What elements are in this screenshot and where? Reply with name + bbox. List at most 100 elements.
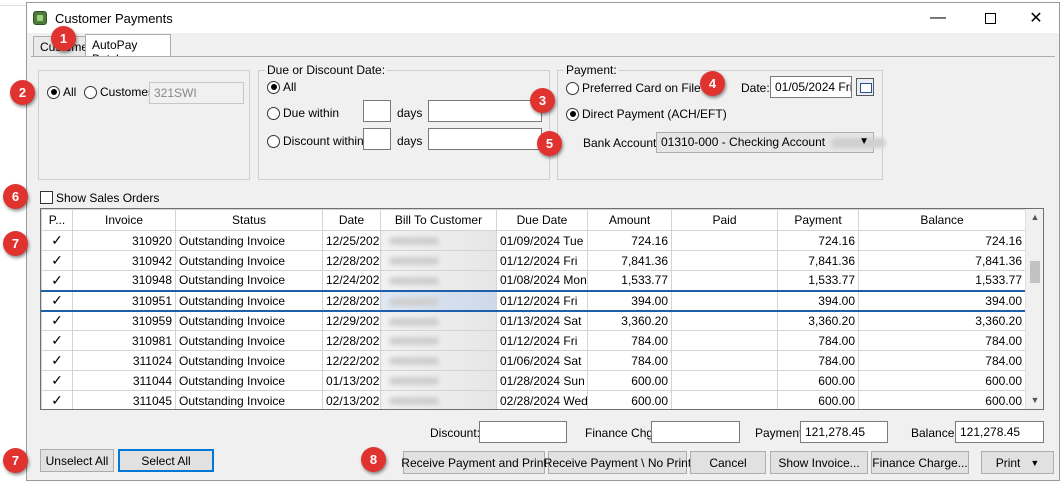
- table-row[interactable]: ✓ 311045 Outstanding Invoice 02/13/202 02/28…: [41, 390, 1026, 409]
- title-bar: Customer Payments — ✕: [27, 3, 1059, 33]
- column-header[interactable]: Due Date: [496, 209, 588, 231]
- payment-date-input[interactable]: 01/05/2024 Fri: [770, 76, 852, 98]
- receive-payment-print-button[interactable]: Receive Payment and Print: [401, 451, 547, 474]
- table-row[interactable]: ✓ 310951 Outstanding Invoice 12/28/202 01/12…: [41, 289, 1026, 312]
- radio-selected-icon: [267, 80, 280, 94]
- finance-charge-button[interactable]: Finance Charge...: [871, 451, 969, 474]
- receive-payment-no-print-button[interactable]: Receive Payment \ No Print: [544, 451, 691, 474]
- cell-balance: 600.00: [858, 390, 1026, 409]
- cell-date: 12/28/202: [322, 330, 381, 351]
- all-customers-radio[interactable]: All: [47, 85, 76, 99]
- column-header[interactable]: Amount: [587, 209, 672, 231]
- select-all-button[interactable]: Select All: [118, 449, 214, 472]
- table-row[interactable]: ✓ 310948 Outstanding Invoice 12/24/202 01/08…: [41, 270, 1026, 291]
- cell-invoice: 311044: [72, 370, 176, 391]
- maximize-button[interactable]: [967, 3, 1013, 33]
- all-customers-label: All: [63, 85, 77, 99]
- customer-id-field[interactable]: 321SWI: [149, 82, 244, 104]
- cell-payment: 784.00: [777, 350, 859, 371]
- column-header[interactable]: P...: [41, 209, 73, 231]
- cell-bill-to-redacted: [380, 250, 497, 271]
- bank-account-label: Bank Account:: [583, 136, 660, 150]
- table-row[interactable]: ✓ 311044 Outstanding Invoice 01/13/202 01/28…: [41, 370, 1026, 391]
- cell-payment: 394.00: [777, 289, 859, 312]
- row-check-icon[interactable]: ✓: [41, 250, 73, 271]
- discount-field[interactable]: [479, 421, 567, 443]
- row-check-icon[interactable]: ✓: [41, 230, 73, 251]
- close-icon: ✕: [1029, 10, 1043, 27]
- scroll-down-icon[interactable]: ▼: [1026, 392, 1043, 409]
- cell-status: Outstanding Invoice: [175, 270, 323, 291]
- row-check-icon[interactable]: ✓: [41, 350, 73, 371]
- due-within-label: Due within: [283, 106, 340, 120]
- discount-within-days-input[interactable]: [363, 128, 391, 150]
- cell-amount: 394.00: [587, 289, 672, 312]
- row-check-icon[interactable]: ✓: [41, 310, 73, 331]
- cell-due: 01/06/2024 Sat: [496, 350, 588, 371]
- column-header[interactable]: Date: [322, 209, 381, 231]
- column-header[interactable]: Status: [175, 209, 323, 231]
- table-row[interactable]: ✓ 310959 Outstanding Invoice 12/29/202 01/13…: [41, 310, 1026, 331]
- tab-autopay-batch[interactable]: AutoPay Batch: [85, 34, 171, 66]
- unselect-all-button[interactable]: Unselect All: [40, 449, 114, 472]
- column-header[interactable]: Payment: [777, 209, 859, 231]
- cell-status: Outstanding Invoice: [175, 330, 323, 351]
- invoice-grid[interactable]: P... Invoice Status Date Bill To Custome…: [40, 208, 1044, 410]
- row-check-icon[interactable]: ✓: [41, 270, 73, 291]
- cell-date: 12/25/202: [322, 230, 381, 251]
- grid-vertical-scrollbar[interactable]: ▲ ▼: [1025, 209, 1043, 409]
- table-row[interactable]: ✓ 310942 Outstanding Invoice 12/28/202 01/12…: [41, 250, 1026, 271]
- row-check-icon[interactable]: ✓: [41, 289, 73, 312]
- discount-within-label: Discount within: [283, 134, 364, 148]
- due-within-date-input[interactable]: [428, 100, 542, 122]
- show-sales-orders-checkbox[interactable]: [40, 191, 53, 204]
- row-check-icon[interactable]: ✓: [41, 370, 73, 391]
- cell-status: Outstanding Invoice: [175, 230, 323, 251]
- row-check-icon[interactable]: ✓: [41, 330, 73, 351]
- show-invoice-button[interactable]: Show Invoice...: [770, 451, 868, 474]
- payment-total-field[interactable]: 121,278.45: [800, 421, 888, 443]
- callout-badge: 1: [51, 26, 76, 51]
- calendar-icon[interactable]: [856, 78, 874, 96]
- column-header[interactable]: Bill To Customer: [380, 209, 497, 231]
- column-header[interactable]: Paid: [671, 209, 778, 231]
- column-header[interactable]: Balance: [858, 209, 1026, 231]
- customer-radio[interactable]: Customer:: [84, 85, 155, 99]
- cell-paid: [671, 330, 778, 351]
- table-row[interactable]: ✓ 310920 Outstanding Invoice 12/25/202 01/09…: [41, 230, 1026, 251]
- cell-invoice: 310959: [72, 310, 176, 331]
- cell-date: 12/28/202: [322, 250, 381, 271]
- bank-account-select[interactable]: 01310-000 - Checking Account ▼: [656, 132, 887, 153]
- callout-badge: 4: [700, 71, 725, 96]
- row-check-icon[interactable]: ✓: [41, 390, 73, 409]
- scroll-up-icon[interactable]: ▲: [1026, 209, 1043, 226]
- balance-total-label: Balance:: [911, 426, 958, 440]
- due-within-days-input[interactable]: [363, 100, 391, 122]
- cancel-button[interactable]: Cancel: [690, 451, 766, 474]
- table-row[interactable]: ✓ 310981 Outstanding Invoice 12/28/202 01/12…: [41, 330, 1026, 351]
- direct-payment-radio[interactable]: Direct Payment (ACH/EFT): [566, 107, 727, 121]
- due-within-radio[interactable]: Due within: [267, 106, 339, 120]
- date-all-radio[interactable]: All: [267, 80, 296, 94]
- scroll-thumb[interactable]: [1030, 261, 1040, 283]
- callout-badge: 7: [3, 231, 28, 256]
- cell-balance: 784.00: [858, 350, 1026, 371]
- minimize-button[interactable]: —: [915, 3, 961, 33]
- table-row[interactable]: ✓ 311024 Outstanding Invoice 12/22/202 01/06…: [41, 350, 1026, 371]
- discount-days-label: days: [397, 134, 423, 148]
- cell-date: 12/24/202: [322, 270, 381, 291]
- discount-within-radio[interactable]: Discount within: [267, 134, 364, 148]
- column-header[interactable]: Invoice: [72, 209, 176, 231]
- cell-amount: 7,841.36: [587, 250, 672, 271]
- chevron-down-icon: ▼: [859, 136, 869, 147]
- preferred-card-radio[interactable]: Preferred Card on File: [566, 81, 701, 95]
- balance-total-field[interactable]: 121,278.45: [955, 421, 1044, 443]
- radio-selected-icon: [47, 85, 60, 99]
- print-button[interactable]: Print ▼: [981, 451, 1054, 474]
- radio-unselected-icon: [267, 106, 280, 120]
- cell-balance: 724.16: [858, 230, 1026, 251]
- discount-within-date-input[interactable]: [428, 128, 542, 150]
- cell-status: Outstanding Invoice: [175, 310, 323, 331]
- finance-charge-field[interactable]: [651, 421, 740, 443]
- close-button[interactable]: ✕: [1013, 3, 1059, 33]
